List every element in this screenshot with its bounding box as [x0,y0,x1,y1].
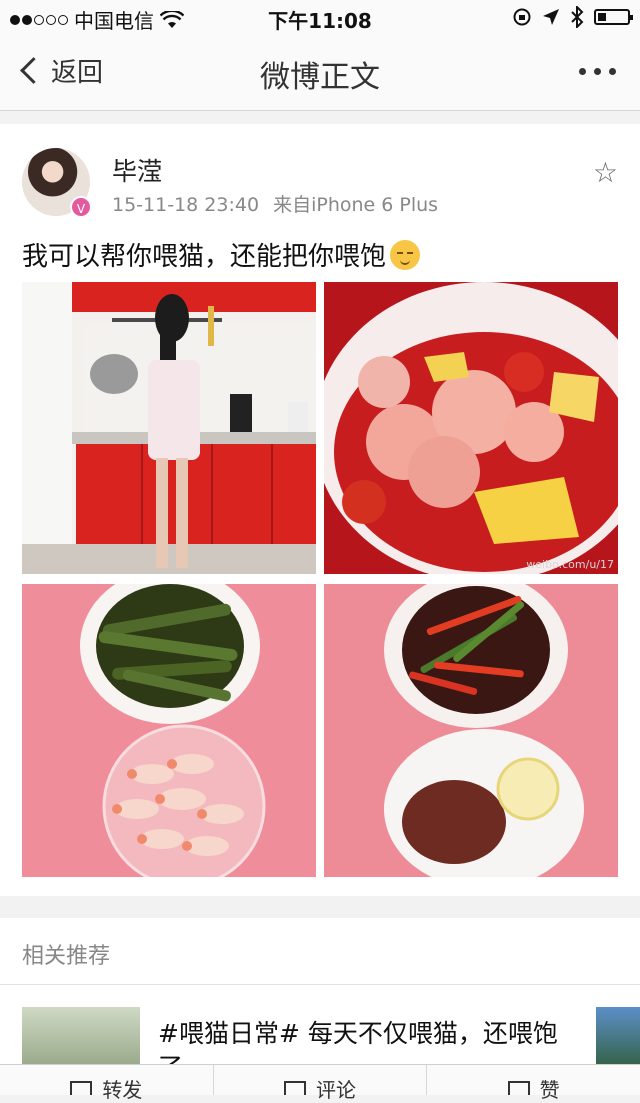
post-image-okra-and-shrimp[interactable] [22,584,316,877]
post-timestamp: 15-11-18 23:40 [112,194,260,216]
navigation-bar: 返回 微博正文 [0,34,640,111]
location-icon [543,9,559,25]
comment-label: 评论 [316,1077,356,1102]
author-name[interactable]: 毕滢 [112,152,162,188]
repost-button[interactable]: 转发 [0,1065,214,1102]
comment-button[interactable]: 评论 [214,1065,428,1102]
status-bar: 中国电信 下午11:08 [0,0,640,34]
repost-label: 转发 [102,1077,143,1102]
favorite-star-icon[interactable]: ☆ [593,156,618,189]
battery-icon [594,9,633,25]
rotation-lock-icon [513,8,531,26]
verified-badge-icon: V [70,196,92,218]
page-title: 微博正文 [260,60,380,95]
post-card: V 毕滢 15-11-18 23:40 来自iPhone 6 Plus ☆ 我可… [0,124,640,896]
more-options-button[interactable] [579,68,616,75]
like-button[interactable]: 赞 [427,1065,640,1102]
image-watermark: weibo.com/u/17 [526,558,614,571]
status-right [512,6,633,28]
avatar[interactable]: V [22,148,92,218]
post-image-kitchen[interactable] [22,282,316,574]
post-source: 来自iPhone 6 Plus [273,194,439,216]
related-item[interactable]: #喂猫日常# 每天不仅喂猫，还喂饱了 [0,985,640,1065]
post-body: 我可以帮你喂猫，还能把你喂饱 [22,242,387,272]
bottom-action-bar: 转发 评论 赞 [0,1064,640,1102]
post-image-shrimp-dish[interactable]: weibo.com/u/17 [324,282,618,574]
related-thumbnail [22,1007,140,1065]
related-header: 相关推荐 [0,918,640,985]
related-thumbnail-secondary [596,1007,640,1065]
related-title: 相关推荐 [22,944,111,969]
comment-icon [284,1081,306,1095]
post-meta: 15-11-18 23:40 来自iPhone 6 Plus [112,190,438,217]
thumbs-up-icon [507,1081,530,1095]
post-text: 我可以帮你喂猫，还能把你喂饱 [22,236,421,273]
related-item-text: #喂猫日常# 每天不仅喂猫，还喂饱了 [158,1019,558,1065]
repost-icon [70,1081,93,1095]
bluetooth-icon [571,6,584,28]
relieved-face-emoji-icon [390,239,421,270]
like-label: 赞 [539,1077,560,1102]
post-image-chili-and-sauce[interactable] [324,584,618,877]
